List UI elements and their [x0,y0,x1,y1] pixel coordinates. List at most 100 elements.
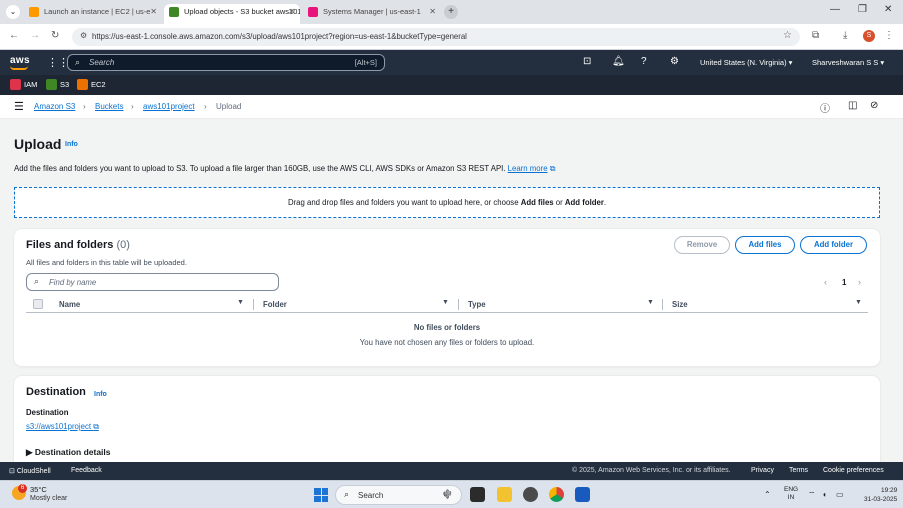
breadcrumb-buckets[interactable]: Buckets [95,102,123,111]
breadcrumb-separator: › [204,102,207,111]
previous-page-icon[interactable]: ‹ [824,277,827,287]
tray-chevron-icon[interactable]: ⌃ [764,490,771,499]
download-icon[interactable]: ⤓ [843,30,847,41]
notifications-icon[interactable]: ⊘ [870,100,878,111]
external-link-icon: ⧉ [93,422,99,431]
column-header-size[interactable]: Size [672,300,688,309]
windows-start-icon[interactable] [314,488,328,502]
destination-link-text: s3://aws101project [26,422,92,431]
breadcrumb-amazon-s3[interactable]: Amazon S3 [34,102,75,111]
remove-button[interactable]: Remove [674,236,730,254]
aws-logo-text: aws [10,55,30,66]
help-icon[interactable]: ? [641,56,647,67]
split-panel-icon[interactable]: ◫ [848,100,857,111]
learn-more-link[interactable]: Learn more [508,164,548,173]
app-icon[interactable] [523,487,538,502]
volume-icon[interactable]: ◖ [822,490,827,499]
extensions-icon[interactable]: ⧉ [812,30,819,41]
new-tab-button[interactable]: + [444,5,458,19]
cloudshell-label: CloudShell [16,468,51,475]
back-arrow-icon[interactable]: ← [9,30,19,41]
breadcrumb-bucket[interactable]: aws101project [143,102,195,111]
sort-caret-icon[interactable]: ▼ [237,299,244,306]
tab-search-icon[interactable]: ⌄ [6,5,20,19]
sort-caret-icon[interactable]: ▼ [855,299,862,306]
next-page-icon[interactable]: › [858,277,861,287]
browser-tab-ec2[interactable]: Launch an instance | EC2 | us-e ✕ [24,4,162,24]
taskbar-search[interactable]: ⌕ Search 🌵︎ [335,485,462,505]
systems-manager-favicon-icon [308,7,318,17]
upload-dropzone[interactable]: Drag and drop files and folders you want… [14,187,880,218]
reload-icon[interactable]: ↻ [51,30,59,41]
info-link[interactable]: Info [65,141,78,148]
favorite-iam[interactable]: IAM [10,79,37,90]
task-view-icon[interactable] [470,487,485,502]
select-all-checkbox[interactable] [33,299,43,309]
wifi-icon[interactable]: ⌔ [808,490,816,500]
site-info-icon[interactable]: ⚙ [80,31,87,40]
add-folder-button[interactable]: Add folder [800,236,867,254]
privacy-link[interactable]: Privacy [751,467,774,474]
battery-icon[interactable]: ▭ [836,490,844,499]
column-header-name[interactable]: Name [59,300,80,309]
close-icon[interactable]: ✕ [429,4,436,20]
bell-icon[interactable]: 🔔︎ [612,56,625,67]
breadcrumb-current: Upload [216,102,242,111]
favorite-s3[interactable]: S3 [46,79,70,90]
forward-arrow-icon[interactable]: → [30,30,40,41]
file-explorer-icon[interactable] [497,487,512,502]
sort-caret-icon[interactable]: ▼ [442,299,449,306]
cloudshell-icon[interactable]: ⊡ [583,56,591,67]
destination-panel: Destination Info Destination s3://aws101… [14,376,880,462]
weather-badge: 6 [18,484,27,493]
minimize-icon[interactable]: — [830,4,840,15]
cloudshell-link[interactable]: ⊡ CloudShell [9,467,51,475]
breadcrumb: ☰ Amazon S3 › Buckets › aws101project › … [0,95,903,119]
browser-menu-icon[interactable]: ⋮ [884,30,894,41]
favorite-ec2[interactable]: EC2 [77,79,106,90]
page-number[interactable]: 1 [842,278,846,287]
profile-avatar[interactable]: S [863,30,875,42]
restore-icon[interactable]: ❐ [858,4,867,15]
ec2-icon [77,79,88,90]
cloudshell-icon: ⊡ [9,468,15,475]
bookmark-star-icon[interactable]: ☆ [783,30,792,41]
cookie-preferences-link[interactable]: Cookie preferences [823,467,884,474]
aws-search-input[interactable]: ⌕ Search [Alt+S] [67,54,385,71]
info-link[interactable]: Info [94,391,107,398]
system-clock[interactable]: 19:29 31-03-2025 [864,486,897,504]
close-icon[interactable]: ✕ [150,4,157,20]
favorite-label: S3 [60,80,70,89]
window-close-icon[interactable]: ✕ [884,4,892,15]
word-icon[interactable] [575,487,590,502]
url-field[interactable]: ⚙ https://us-east-1.console.aws.amazon.c… [72,28,800,46]
search-placeholder: Search [89,58,115,67]
account-menu[interactable]: Sharveshwaran S S ▾ [812,58,884,67]
destination-link[interactable]: s3://aws101project ⧉ [26,422,99,432]
region-selector[interactable]: United States (N. Virginia) ▾ [700,58,792,67]
destination-details-toggle[interactable]: ▶ Destination details [26,447,111,458]
gear-icon[interactable]: ⚙ [670,56,679,67]
column-header-folder[interactable]: Folder [263,300,287,309]
find-by-name-input[interactable]: ⌕ Find by name [26,273,279,291]
terms-link[interactable]: Terms [789,467,808,474]
aws-logo[interactable]: aws [10,55,30,70]
dropzone-end: . [603,198,607,207]
sort-caret-icon[interactable]: ▼ [647,299,654,306]
destination-title: Destination [26,386,86,398]
clock-date: 31-03-2025 [864,496,898,503]
menu-icon[interactable]: ☰ [14,100,24,113]
caret-right-icon: ▶ [26,447,33,457]
browser-tab-systems-manager[interactable]: Systems Manager | us-east-1 ✕ [303,4,441,24]
search-shortcut: [Alt+S] [354,58,377,67]
close-icon[interactable]: ✕ [288,4,295,20]
info-circle-icon[interactable]: ⓘ [820,100,830,115]
add-files-button[interactable]: Add files [735,236,795,254]
main-content: Upload Info Add the files and folders yo… [0,119,903,462]
language-indicator[interactable]: ENG IN [784,486,798,502]
column-header-type[interactable]: Type [468,300,486,309]
chrome-icon[interactable] [549,487,564,502]
weather-temp: 35°C [30,485,47,494]
browser-tab-s3-upload[interactable]: Upload objects - S3 bucket aws101p ✕ [164,4,300,24]
feedback-link[interactable]: Feedback [71,467,102,474]
